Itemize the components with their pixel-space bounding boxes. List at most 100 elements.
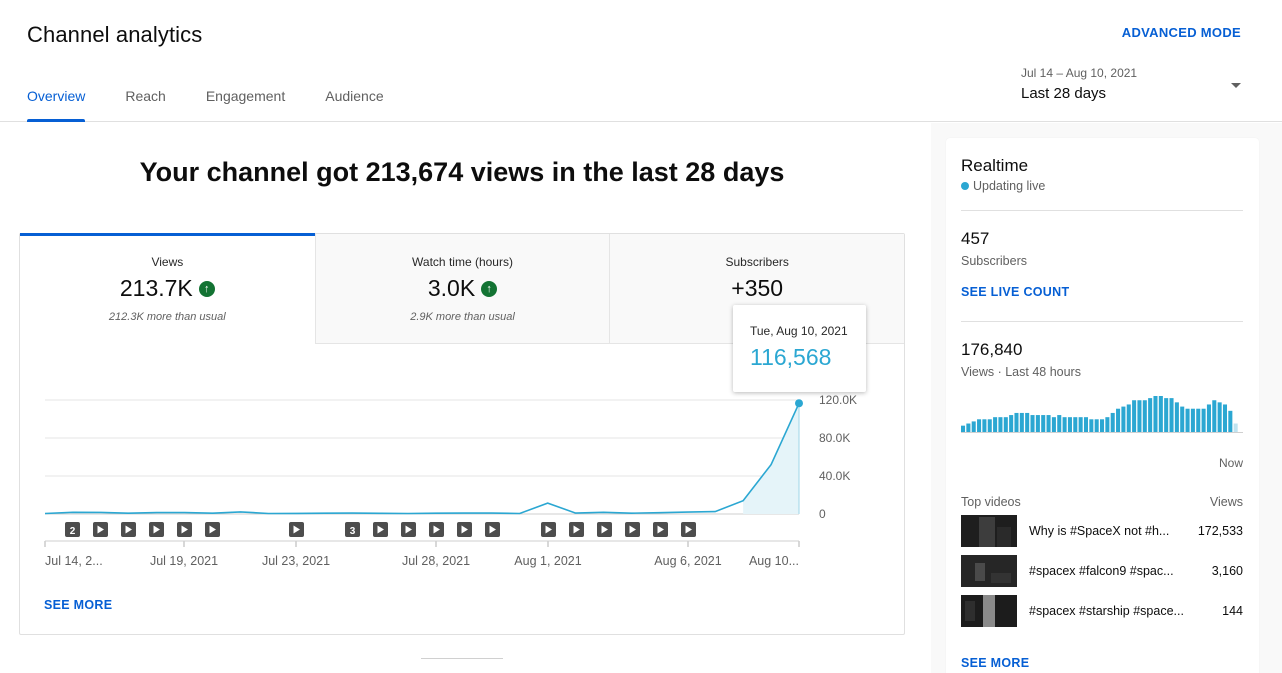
video-play-icon[interactable] (653, 522, 668, 537)
metric-value-text: +350 (731, 275, 784, 301)
video-play-icon[interactable] (205, 522, 220, 537)
metric-tab-views[interactable]: Views 213.7K ↑ 212.3K more than usual (20, 233, 315, 344)
realtime-bar (1148, 398, 1153, 432)
realtime-bar (1212, 400, 1217, 432)
metric-tab-watch-time[interactable]: Watch time (hours) 3.0K ↑ 2.9K more than… (314, 234, 610, 344)
realtime-bar (993, 417, 998, 432)
video-play-icon[interactable] (373, 522, 388, 537)
realtime-bar (1126, 404, 1131, 432)
video-thumbnail (961, 555, 1017, 587)
realtime-bar (1009, 415, 1014, 432)
x-tick-label: Aug 6, 2021 (654, 554, 721, 568)
realtime-bar (961, 425, 966, 432)
date-range-text: Jul 14 – Aug 10, 2021 (1021, 66, 1138, 80)
realtime-bar (1174, 402, 1179, 432)
divider (421, 658, 503, 659)
realtime-bar (987, 419, 992, 432)
realtime-bar (1030, 415, 1035, 432)
metric-value: 213.7K ↑ (120, 275, 215, 302)
video-title: #spacex #falcon9 #spac... (1029, 564, 1174, 578)
video-play-icon[interactable] (121, 522, 136, 537)
video-play-icon[interactable] (485, 522, 500, 537)
now-label: Now (1218, 456, 1243, 470)
top-video-row[interactable]: Why is #SpaceX not #h... 172,533 (961, 515, 1243, 547)
tab-engagement[interactable]: Engagement (206, 88, 285, 122)
realtime-bar (1078, 417, 1083, 432)
realtime-bar-chart[interactable] (961, 392, 1243, 434)
video-play-icon[interactable] (457, 522, 472, 537)
x-tick-label: Aug 10... (749, 554, 799, 568)
realtime-bar (1019, 412, 1024, 432)
tab-audience[interactable]: Audience (325, 88, 383, 122)
metric-label: Subscribers (725, 255, 789, 269)
video-play-icon[interactable] (597, 522, 612, 537)
realtime-bar (1116, 408, 1121, 432)
video-play-icon[interactable] (429, 522, 444, 537)
see-more-videos-link[interactable]: SEE MORE (961, 656, 1029, 670)
date-range-dropdown[interactable]: Jul 14 – Aug 10, 2021 Last 28 days (1021, 66, 1243, 110)
realtime-bar (977, 419, 982, 432)
realtime-bar (1014, 412, 1019, 432)
realtime-views-count: 176,840 (961, 340, 1023, 359)
tab-overview[interactable]: Overview (27, 88, 86, 122)
hover-point (795, 399, 803, 408)
x-tick-label: Jul 14, 2... (45, 554, 103, 568)
views-headline: Your channel got 213,674 views in the la… (139, 157, 785, 187)
realtime-bar (1003, 417, 1008, 432)
realtime-bar (1067, 417, 1072, 432)
y-tick-label: 0 (819, 507, 826, 521)
realtime-views-label: Views · Last 48 hours (961, 365, 1081, 379)
realtime-bar (1025, 412, 1030, 432)
realtime-bar (1185, 408, 1190, 432)
see-more-button[interactable]: SEE MORE (44, 598, 112, 612)
realtime-bar (1206, 404, 1211, 432)
realtime-bar (1169, 398, 1174, 432)
video-views: 144 (1222, 604, 1243, 618)
see-live-count-link[interactable]: SEE LIVE COUNT (961, 285, 1069, 299)
video-views: 3,160 (1211, 564, 1243, 578)
video-views: 172,533 (1197, 524, 1243, 538)
video-play-icon[interactable] (93, 522, 108, 537)
realtime-bar (1046, 415, 1051, 432)
realtime-bar (1041, 415, 1046, 432)
trend-up-icon: ↑ (481, 280, 498, 297)
video-count-marker[interactable]: 3 (345, 522, 360, 537)
realtime-bar (1142, 400, 1147, 432)
realtime-bar (998, 417, 1003, 432)
realtime-bar (1110, 412, 1115, 432)
tab-reach[interactable]: Reach (125, 88, 165, 122)
video-play-icon[interactable] (177, 522, 192, 537)
x-tick-label: Jul 19, 2021 (150, 554, 218, 568)
advanced-mode-button[interactable]: ADVANCED MODE (1122, 25, 1241, 40)
realtime-title: Realtime (961, 156, 1029, 175)
top-video-row[interactable]: #spacex #falcon9 #spac... 3,160 (961, 555, 1243, 587)
metric-label: Watch time (hours) (412, 255, 513, 269)
video-play-icon[interactable] (541, 522, 556, 537)
video-play-icon[interactable] (569, 522, 584, 537)
realtime-bar (1217, 402, 1222, 432)
live-dot-icon (961, 182, 969, 190)
analytics-tabs: Overview Reach Engagement Audience (27, 88, 424, 122)
metrics-card: Views 213.7K ↑ 212.3K more than usual Wa… (19, 233, 905, 635)
video-play-icon[interactable] (289, 522, 304, 537)
metric-value: 3.0K ↑ (428, 275, 498, 302)
video-play-icon[interactable] (625, 522, 640, 537)
realtime-bar (1105, 417, 1110, 432)
chart-tooltip: Tue, Aug 10, 2021 116,568 (733, 305, 866, 392)
video-play-icon[interactable] (401, 522, 416, 537)
video-play-icon[interactable] (149, 522, 164, 537)
realtime-bar (982, 419, 987, 432)
video-play-icon[interactable] (681, 522, 696, 537)
divider (961, 321, 1243, 322)
realtime-bar (1180, 406, 1185, 432)
realtime-card: Realtime Updating live 457 Subscribers S… (946, 138, 1259, 673)
y-tick-label: 120.0K (819, 393, 857, 407)
top-videos-label: Top videos (961, 495, 1021, 509)
video-title: #spacex #starship #space... (1029, 604, 1184, 618)
svg-text:3: 3 (350, 526, 356, 537)
video-count-marker[interactable]: 2 (65, 522, 80, 537)
views-column-label: Views (1209, 495, 1243, 509)
metric-value: +350 (731, 275, 783, 302)
top-video-row[interactable]: #spacex #starship #space... 144 (961, 595, 1243, 627)
realtime-bar (966, 423, 971, 432)
